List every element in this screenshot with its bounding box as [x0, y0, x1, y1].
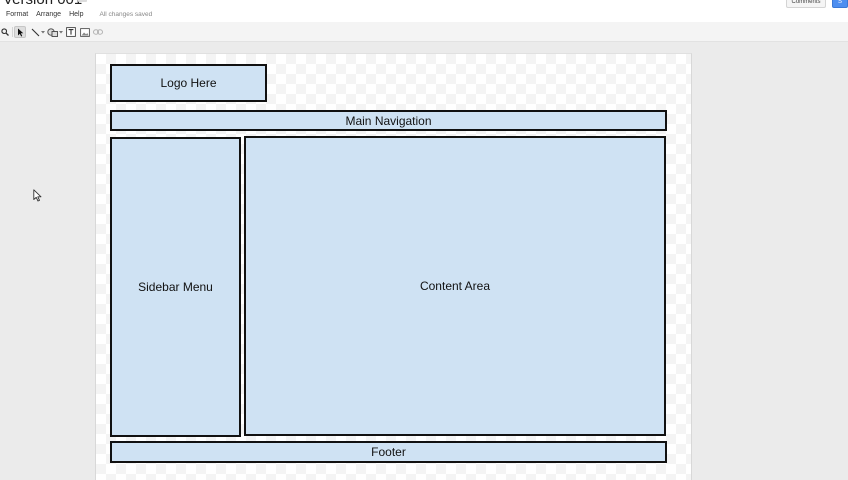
content-area-box[interactable]: Content Area — [244, 136, 666, 436]
menu-arrange[interactable]: Arrange — [36, 11, 61, 18]
content-area-label: Content Area — [419, 279, 491, 293]
menu-bar: Format Arrange Help All changes saved — [0, 8, 152, 20]
document-title[interactable]: Version 001 — [3, 0, 82, 8]
star-icon[interactable] — [78, 0, 87, 2]
zoom-icon[interactable] — [0, 26, 10, 38]
drawing-canvas[interactable]: Logo Here Main Navigation Sidebar Menu C… — [95, 53, 692, 480]
main-navigation-label: Main Navigation — [345, 113, 432, 128]
logo-placeholder-label: Logo Here — [160, 76, 217, 90]
app-header: Version 001 Format Arrange Help All chan… — [0, 0, 848, 22]
link-icon[interactable] — [92, 26, 104, 38]
footer-box[interactable]: Footer — [110, 441, 667, 463]
text-box-icon[interactable] — [65, 26, 77, 38]
sidebar-menu-box[interactable]: Sidebar Menu — [110, 137, 241, 437]
menu-format[interactable]: Format — [6, 11, 28, 18]
shape-icon[interactable] — [46, 26, 58, 38]
toolbar — [0, 22, 848, 42]
chevron-down-icon[interactable] — [40, 26, 45, 38]
sidebar-menu-label: Sidebar Menu — [138, 280, 213, 294]
share-button[interactable]: S — [832, 0, 848, 8]
comments-button[interactable]: Comments — [786, 0, 826, 8]
main-navigation-box[interactable]: Main Navigation — [110, 110, 667, 131]
select-arrow-icon[interactable] — [14, 26, 26, 38]
chevron-down-icon[interactable] — [58, 26, 63, 38]
mouse-cursor-icon — [33, 189, 42, 207]
toolbar-divider — [12, 27, 13, 37]
menu-help[interactable]: Help — [69, 11, 83, 18]
save-status: All changes saved — [99, 10, 153, 18]
image-icon[interactable] — [79, 26, 91, 38]
footer-label: Footer — [371, 445, 406, 459]
logo-placeholder-box[interactable]: Logo Here — [110, 64, 267, 102]
